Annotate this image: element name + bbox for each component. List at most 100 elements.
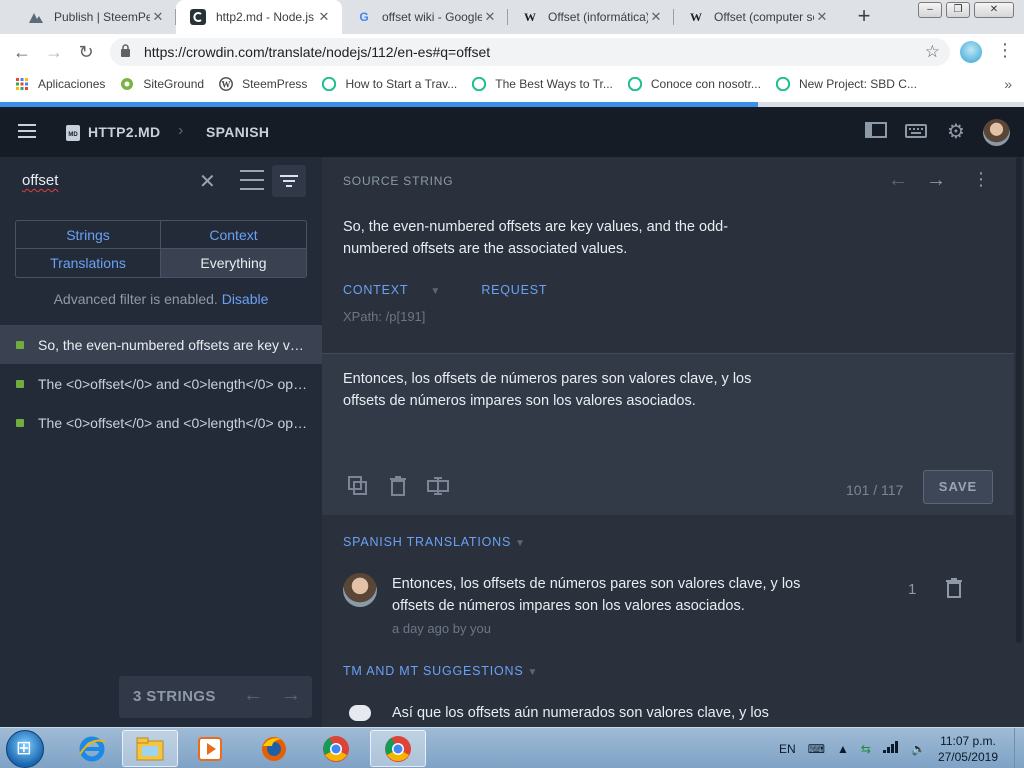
bookmark-item[interactable]: SiteGround — [119, 76, 204, 92]
minimize-button[interactable]: ‒ — [918, 2, 942, 18]
file-explorer-icon[interactable] — [122, 730, 178, 767]
filter-context[interactable]: Context — [161, 221, 306, 249]
browser-tab[interactable]: G offset wiki - Google ✕ — [342, 0, 508, 34]
reload-button[interactable]: ↻ — [74, 40, 98, 64]
network-signal-icon[interactable] — [882, 741, 899, 756]
next-page-icon[interactable]: → — [281, 684, 301, 707]
start-button[interactable] — [6, 730, 44, 768]
more-options-icon[interactable]: ⋮ — [972, 169, 990, 190]
bookmark-item[interactable]: The Best Ways to Tr... — [471, 76, 613, 92]
filter-button[interactable] — [272, 165, 306, 197]
clear-translation-icon[interactable] — [390, 476, 406, 501]
disable-filter-link[interactable]: Disable — [222, 291, 269, 307]
volume-icon[interactable]: 🔈 — [911, 742, 926, 756]
restore-button[interactable]: ❐ — [946, 2, 970, 18]
address-bar[interactable]: https://crowdin.com/translate/nodejs/112… — [110, 38, 950, 66]
bookmark-item[interactable]: New Project: SBD C... — [775, 76, 917, 92]
bookmark-item[interactable]: Conoce con nosotr... — [627, 76, 761, 92]
internet-explorer-icon[interactable] — [64, 730, 120, 767]
markdown-file-icon: MD — [66, 125, 80, 141]
chrome-menu-icon[interactable]: ⋮ — [996, 40, 1014, 61]
strings-pager: 3 STRINGS ← → — [119, 676, 312, 718]
bookmarks-overflow-button[interactable]: » — [1004, 76, 1012, 92]
copy-source-icon[interactable] — [348, 476, 368, 501]
bookmark-item[interactable]: Aplicaciones — [14, 76, 105, 92]
xpath-context: XPath: /p[191] — [343, 309, 426, 324]
wikipedia-icon: W — [690, 9, 702, 24]
browser-tab[interactable]: W Offset (computer science) ✕ — [674, 0, 840, 34]
steem-icon — [321, 76, 337, 92]
close-tab-icon[interactable]: ✕ — [482, 9, 498, 25]
forward-button[interactable]: → — [42, 40, 66, 64]
bookmark-star-icon[interactable]: ☆ — [925, 42, 940, 62]
save-button[interactable]: SAVE — [923, 470, 993, 504]
next-string-icon[interactable]: → — [926, 169, 946, 192]
translations-section-label[interactable]: SPANISH TRANSLATIONS ▼ — [343, 535, 526, 549]
translation-textarea[interactable]: Entonces, los offsets de números pares s… — [343, 368, 783, 412]
chrome-icon[interactable] — [308, 730, 364, 767]
show-hidden-icons-icon[interactable]: ▲ — [837, 742, 849, 756]
input-language[interactable]: EN — [779, 742, 796, 756]
caret-down-icon: ▼ — [515, 538, 526, 549]
bookmark-item[interactable]: W SteemPress — [218, 76, 307, 92]
translation-memory-icon — [349, 705, 371, 721]
media-player-icon[interactable] — [182, 730, 238, 767]
close-tab-icon[interactable]: ✕ — [814, 9, 830, 25]
string-list-item[interactable]: The <0>offset</0> and <0>length</0> opti… — [0, 364, 322, 403]
profile-avatar[interactable] — [960, 41, 982, 63]
translation-editor[interactable]: Entonces, los offsets de números pares s… — [322, 353, 1024, 515]
firefox-icon[interactable] — [246, 730, 302, 767]
filter-translations[interactable]: Translations — [16, 249, 161, 277]
tm-suggestion-text[interactable]: Así que los offsets aún numerados son va… — [392, 702, 832, 724]
settings-gear-icon[interactable]: ⚙ — [944, 120, 968, 144]
keyboard-icon[interactable] — [904, 120, 928, 144]
bookmark-item[interactable]: How to Start a Trav... — [321, 76, 457, 92]
window-controls: ‒ ❐ ✕ — [918, 2, 1014, 18]
translator-avatar — [343, 573, 377, 607]
string-list-item[interactable]: The <0>offset</0> and <0>length</0> opti… — [0, 403, 322, 442]
close-window-button[interactable]: ✕ — [974, 2, 1014, 18]
show-desktop-button[interactable] — [1014, 728, 1024, 768]
request-tab[interactable]: REQUEST — [481, 283, 547, 297]
new-tab-button[interactable]: + — [852, 5, 876, 29]
tm-suggestions-section-label[interactable]: TM AND MT SUGGESTIONS ▼ — [343, 664, 538, 678]
back-button[interactable]: ← — [10, 40, 34, 64]
delete-translation-icon[interactable] — [946, 578, 962, 603]
crowdin-icon — [190, 9, 206, 25]
close-tab-icon[interactable]: ✕ — [316, 9, 332, 25]
previous-string-icon[interactable]: ← — [888, 169, 908, 192]
search-input[interactable]: offset — [22, 172, 58, 189]
clock[interactable]: 11:07 p.m. 27/05/2019 — [938, 733, 998, 765]
sync-icon[interactable]: ⇆ — [861, 742, 871, 756]
scrollbar-thumb[interactable] — [1016, 157, 1022, 643]
system-tray: EN ⌨ ▲ ⇆ 🔈 11:07 p.m. 27/05/2019 — [773, 728, 1024, 768]
strings-count: 3 STRINGS — [133, 688, 216, 705]
apps-grid-icon — [14, 76, 30, 92]
editor-scrollbar[interactable] — [1014, 157, 1024, 643]
list-view-icon[interactable] — [240, 170, 264, 190]
caret-down-icon: ▼ — [430, 286, 442, 297]
user-avatar[interactable] — [983, 119, 1010, 146]
breadcrumb-language[interactable]: SPANISH — [206, 124, 269, 140]
close-tab-icon[interactable]: ✕ — [648, 9, 664, 25]
translated-status-icon — [16, 340, 24, 349]
string-list-item[interactable]: So, the even-numbered offsets are key va… — [0, 325, 322, 364]
browser-tab-active[interactable]: http2.md - Node.js ✕ — [176, 0, 342, 34]
context-tab[interactable]: CONTEXT ▼ — [343, 283, 459, 297]
clear-search-icon[interactable]: ✕ — [199, 169, 216, 194]
breadcrumb-file[interactable]: HTTP2.MD — [88, 124, 160, 140]
steem-icon — [471, 76, 487, 92]
browser-tab[interactable]: W Offset (informática) ✕ — [508, 0, 674, 34]
wikipedia-icon: W — [524, 9, 536, 24]
sidebar-layout-icon[interactable] — [864, 120, 888, 144]
browser-tab[interactable]: Publish | SteemPeak ✕ — [14, 0, 176, 34]
text-format-icon[interactable] — [427, 476, 449, 501]
filter-everything[interactable]: Everything — [161, 249, 306, 277]
filter-strings[interactable]: Strings — [16, 221, 161, 249]
menu-icon[interactable] — [18, 124, 36, 138]
close-tab-icon[interactable]: ✕ — [150, 9, 166, 25]
chrome-active-icon[interactable] — [370, 730, 426, 767]
keyboard-layout-icon[interactable]: ⌨ — [808, 742, 825, 756]
siteground-icon — [119, 76, 135, 92]
previous-page-icon[interactable]: ← — [243, 684, 263, 707]
